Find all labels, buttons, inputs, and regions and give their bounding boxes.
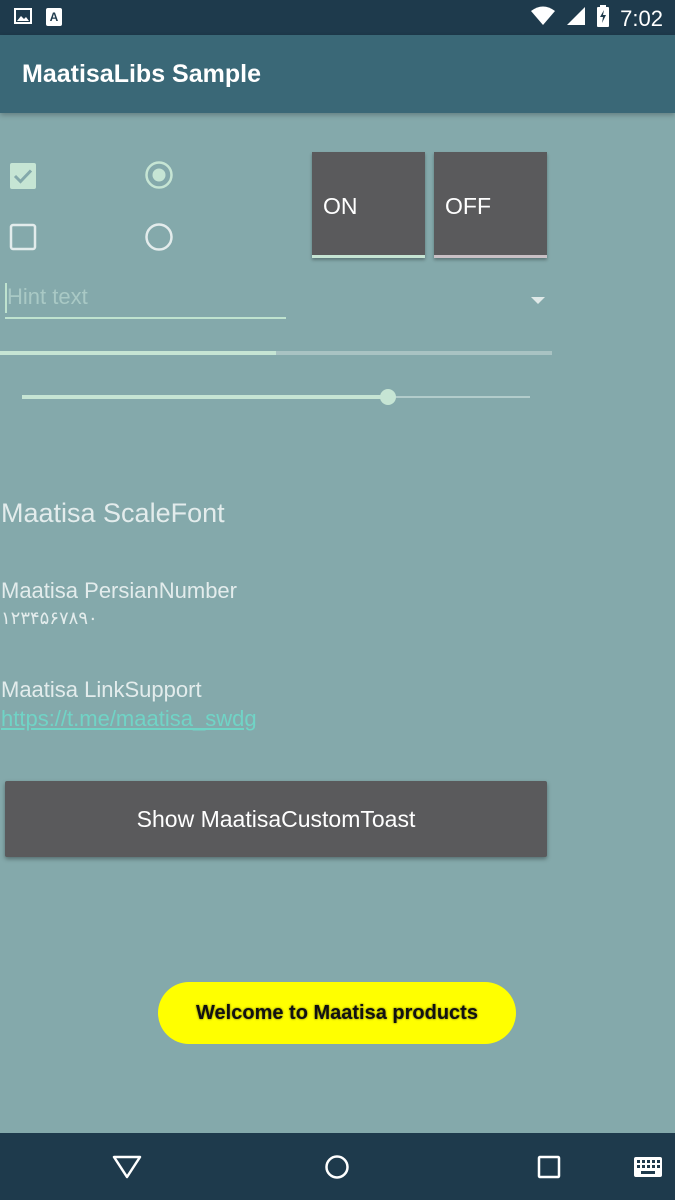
checkbox-unchecked-icon [9,223,37,251]
radio-selected-icon [145,161,173,189]
image-icon [14,8,32,31]
progress-bar [0,351,552,355]
radio-unselected-icon [145,223,173,251]
spinner-hint: Hint text [7,284,88,309]
radio-selected[interactable] [144,160,174,195]
app-title: MaatisaLibs Sample [22,60,261,88]
show-toast-button[interactable]: Show MaatisaCustomToast [5,781,547,857]
app-bar: MaatisaLibs Sample [0,35,675,113]
clock: 7:02 [620,5,663,31]
seek-bar[interactable] [22,389,530,405]
checkbox-checked[interactable] [9,162,37,195]
input-underline [5,317,286,319]
a-badge-icon: A [46,8,62,31]
wifi-icon [530,6,556,31]
persian-digits: ۱۲۳۴۵۶۷۸۹۰ [1,608,98,628]
dropdown-arrow-icon[interactable] [531,297,545,304]
checkbox-checked-icon [10,163,36,189]
toggle-on-indicator [312,255,425,258]
home-icon[interactable] [324,1154,350,1185]
back-icon[interactable] [112,1154,142,1185]
seek-fill [22,395,388,399]
progress-fill [0,351,276,355]
support-link[interactable]: https://t.me/maatisa_swdg [1,706,257,732]
seek-thumb[interactable] [379,389,396,405]
navigation-bar [0,1133,675,1200]
toggle-off-indicator [434,255,547,258]
scale-font-label: Maatisa ScaleFont [1,498,225,528]
status-bar: A 7:02 [0,0,675,35]
signal-icon [566,6,586,31]
checkbox-unchecked[interactable] [9,223,37,256]
toggle-on-label: ON [323,193,358,219]
toggle-off-label: OFF [445,193,491,219]
radio-unselected[interactable] [144,222,174,257]
toggle-off-button[interactable]: OFF [434,152,547,258]
link-support-label: Maatisa LinkSupport [1,677,202,702]
recents-icon[interactable] [537,1155,561,1184]
custom-toast: Welcome to Maatisa products [158,982,516,1044]
persian-number-label: Maatisa PersianNumber [1,578,237,603]
battery-charging-icon [596,5,610,32]
svg-text:A: A [50,10,59,24]
keyboard-icon[interactable] [634,1157,662,1182]
toggle-on-button[interactable]: ON [312,152,425,258]
